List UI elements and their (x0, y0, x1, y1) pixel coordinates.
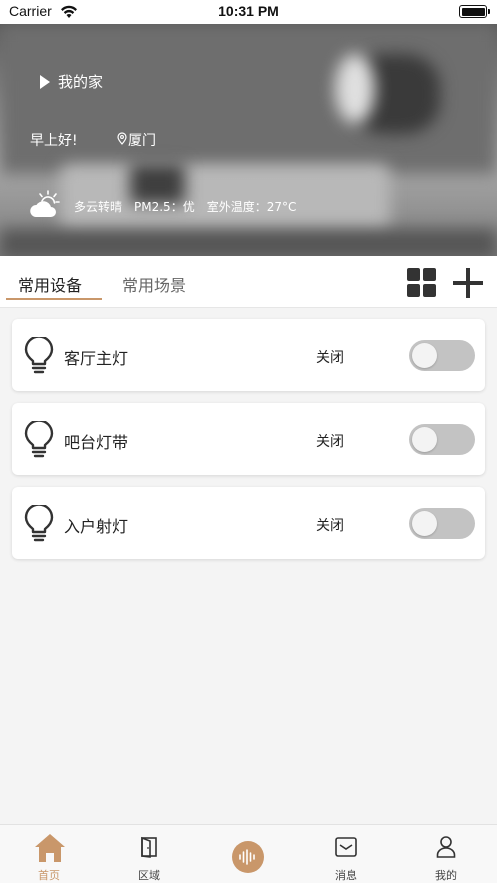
device-card[interactable]: 入户射灯 关闭 (12, 487, 485, 559)
device-state: 关闭 (316, 434, 344, 450)
device-name: 客厅主灯 (64, 349, 129, 368)
light-bulb-icon (24, 419, 54, 463)
tab-common-devices[interactable]: 常用设备 (18, 272, 82, 296)
nav-mine-label: 我的 (435, 869, 457, 882)
toggle-knob (412, 343, 437, 368)
battery-icon (459, 5, 490, 18)
device-state: 关闭 (316, 350, 344, 366)
device-power-toggle[interactable] (409, 424, 475, 455)
nav-home-label: 首页 (38, 869, 60, 882)
door-icon (139, 836, 159, 861)
light-bulb-icon (24, 335, 54, 379)
outdoor-temperature: 室外温度：27°C (206, 200, 297, 214)
toggle-knob (412, 427, 437, 452)
status-bar: Carrier 10:31 PM (0, 0, 497, 24)
play-arrow-icon (40, 74, 50, 89)
nav-message-label: 消息 (335, 869, 357, 882)
greeting-text: 早上好! (30, 133, 78, 149)
location-name: 厦门 (128, 133, 156, 149)
message-inbox-icon (335, 837, 357, 860)
sound-wave-icon (239, 849, 257, 868)
device-list: 客厅主灯 关闭 吧台灯带 关闭 入户射灯 关闭 (12, 319, 485, 571)
hero-banner: 我的家 早上好! 厦门 多云转晴 PM2.5：优 室外温度：27°C (0, 24, 497, 256)
clock: 10:31 PM (218, 3, 279, 19)
bottom-navigation: 首页 区域 消息 我的 (0, 824, 497, 883)
home-selector[interactable]: 我的家 (40, 71, 103, 92)
device-power-toggle[interactable] (409, 340, 475, 371)
toggle-knob (412, 511, 437, 536)
background-floor (0, 229, 497, 256)
nav-region-label: 区域 (138, 869, 160, 882)
tab-common-scenes[interactable]: 常用场景 (122, 272, 186, 296)
home-icon (34, 833, 66, 866)
user-profile-icon (436, 835, 456, 862)
device-card[interactable]: 吧台灯带 关闭 (12, 403, 485, 475)
device-name: 吧台灯带 (64, 433, 129, 452)
location-pin-icon (117, 131, 127, 149)
tab-bar: 常用设备 常用场景 (0, 256, 497, 308)
pm25-value: PM2.5：优 (134, 200, 195, 214)
weather-info: 多云转晴 PM2.5：优 室外温度：27°C (28, 190, 296, 223)
voice-button-circle (232, 841, 264, 873)
device-card[interactable]: 客厅主灯 关闭 (12, 319, 485, 391)
weather-condition: 多云转晴 (74, 200, 123, 214)
device-state: 关闭 (316, 518, 344, 534)
device-power-toggle[interactable] (409, 508, 475, 539)
tab-active-indicator (6, 298, 102, 300)
location[interactable]: 厦门 (117, 130, 156, 150)
partly-cloudy-icon (28, 190, 62, 223)
grid-view-icon[interactable] (407, 268, 436, 297)
home-name: 我的家 (58, 73, 104, 91)
background-lamp-light (335, 54, 375, 124)
light-bulb-icon (24, 503, 54, 547)
add-device-icon[interactable] (453, 268, 483, 298)
device-name: 入户射灯 (64, 517, 129, 536)
